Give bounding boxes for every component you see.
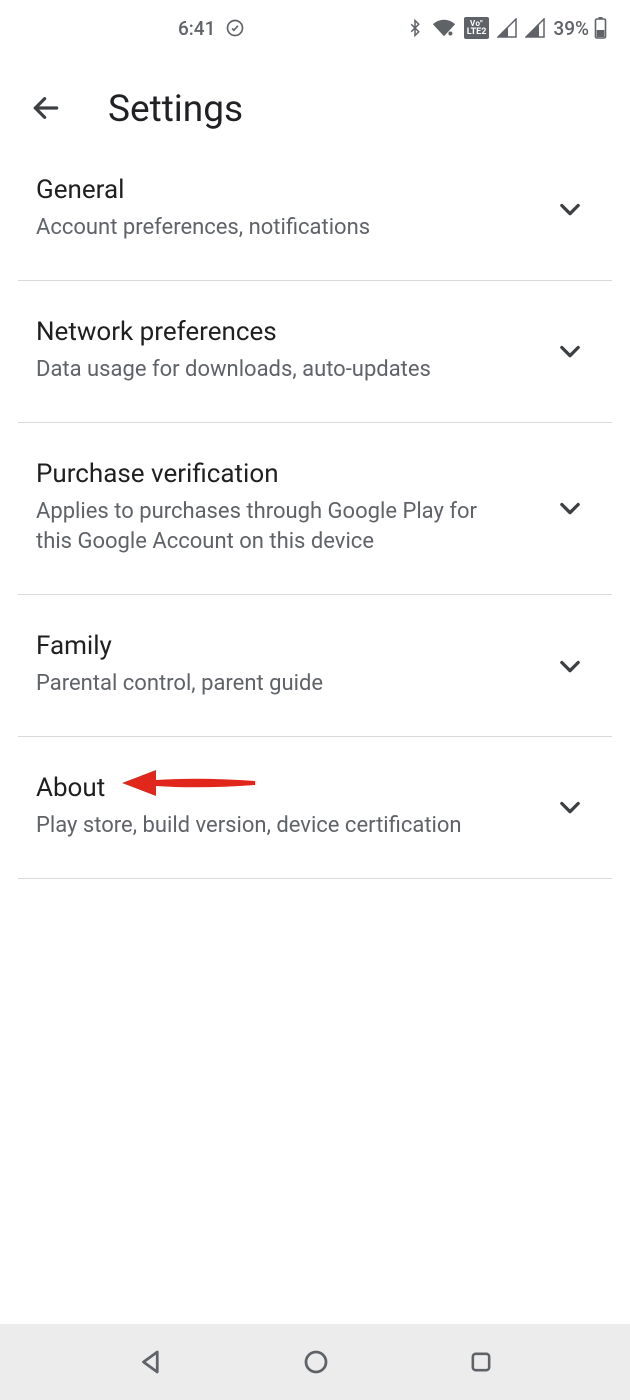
- check-circle-icon: [225, 18, 245, 38]
- settings-row-family[interactable]: Family Parental control, parent guide: [18, 595, 612, 737]
- row-subtitle: Data usage for downloads, auto-updates: [36, 355, 516, 386]
- app-bar: Settings: [0, 56, 630, 153]
- row-title: Purchase verification: [36, 459, 546, 489]
- settings-row-about[interactable]: About Play store, build version, device …: [18, 737, 612, 879]
- nav-back-button[interactable]: [136, 1347, 166, 1377]
- row-subtitle: Play store, build version, device certif…: [36, 811, 516, 842]
- settings-row-purchase-verification[interactable]: Purchase verification Applies to purchas…: [18, 423, 612, 596]
- bluetooth-icon: [406, 16, 424, 40]
- volte-badge-icon: Vo″ LTE2: [464, 17, 490, 39]
- back-button[interactable]: [30, 92, 62, 128]
- row-subtitle: Parental control, parent guide: [36, 669, 516, 700]
- status-bar: 6:41 Vo″ LTE2 R: [0, 0, 630, 56]
- cell-signal-1-icon: R: [497, 18, 517, 38]
- settings-list: General Account preferences, notificatio…: [0, 153, 630, 879]
- page-title: Settings: [108, 88, 243, 131]
- wifi-icon: [432, 17, 456, 39]
- chevron-down-icon: [546, 195, 584, 223]
- settings-row-network-preferences[interactable]: Network preferences Data usage for downl…: [18, 281, 612, 423]
- row-title: About: [36, 773, 546, 803]
- status-time: 6:41: [178, 17, 215, 40]
- settings-row-general[interactable]: General Account preferences, notificatio…: [18, 153, 612, 281]
- chevron-down-icon: [546, 494, 584, 522]
- chevron-down-icon: [546, 652, 584, 680]
- system-nav-bar: [0, 1324, 630, 1400]
- row-subtitle: Applies to purchases through Google Play…: [36, 497, 516, 559]
- battery-icon: [593, 16, 608, 40]
- row-title: Family: [36, 631, 546, 661]
- cell-signal-2-icon: [525, 18, 545, 38]
- nav-home-button[interactable]: [301, 1347, 331, 1377]
- row-subtitle: Account preferences, notifications: [36, 213, 516, 244]
- row-title: Network preferences: [36, 317, 546, 347]
- svg-text:R: R: [510, 30, 515, 38]
- nav-recent-button[interactable]: [467, 1348, 495, 1376]
- chevron-down-icon: [546, 793, 584, 821]
- row-title: General: [36, 175, 546, 205]
- chevron-down-icon: [546, 337, 584, 365]
- battery-percentage: 39%: [553, 17, 589, 40]
